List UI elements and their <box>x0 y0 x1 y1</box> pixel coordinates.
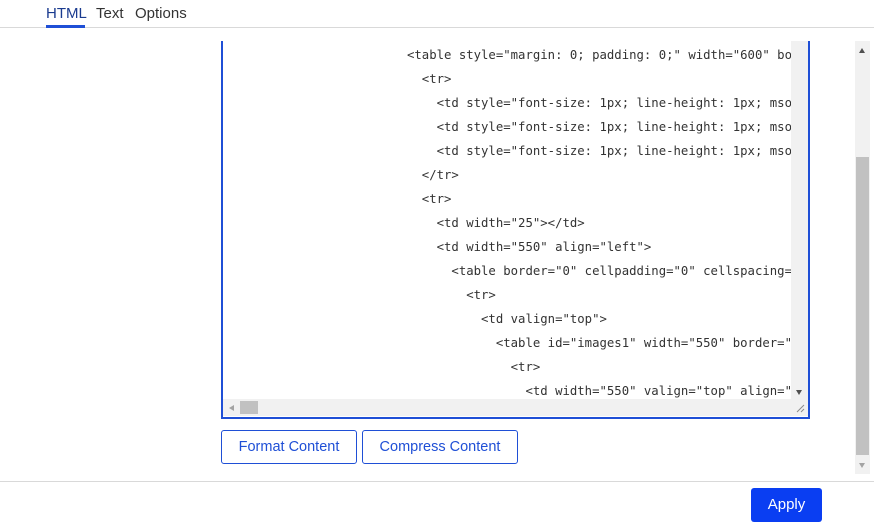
apply-button[interactable]: Apply <box>751 488 822 522</box>
editor-horizontal-scrollbar[interactable] <box>223 399 791 416</box>
code-text-area[interactable]: <table style="margin: 0; padding: 0;" wi… <box>223 41 791 399</box>
code-line: <tr> <box>407 360 541 374</box>
active-tab-indicator <box>46 25 85 28</box>
code-line: <table id="images1" width="550" border="… <box>407 336 791 350</box>
tab-text[interactable]: Text <box>96 5 124 23</box>
code-line: <td style="font-size: 1px; line-height: … <box>407 96 791 110</box>
scroll-left-arrow-icon[interactable] <box>229 405 234 411</box>
tab-html[interactable]: HTML <box>46 5 87 23</box>
code-line: <td style="font-size: 1px; line-height: … <box>407 144 791 158</box>
code-line: <tr> <box>407 288 496 302</box>
code-line: <td width="25"></td> <box>407 216 585 230</box>
scroll-up-arrow-icon[interactable] <box>859 48 865 53</box>
code-line: <td width="550" valign="top" align="left <box>407 384 791 398</box>
code-line: <td style="font-size: 1px; line-height: … <box>407 120 791 134</box>
html-code-editor[interactable]: <table style="margin: 0; padding: 0;" wi… <box>221 41 810 419</box>
code-line: <td valign="top"> <box>407 312 607 326</box>
page-vertical-scrollbar[interactable] <box>855 41 870 474</box>
code-line: </tr> <box>407 168 459 182</box>
format-content-button[interactable]: Format Content <box>221 430 357 464</box>
dialog-footer <box>0 481 874 528</box>
tab-options[interactable]: Options <box>135 5 187 23</box>
code-line: <tr> <box>407 192 452 206</box>
editor-vertical-scrollbar[interactable] <box>791 41 808 399</box>
code-line: <table style="margin: 0; padding: 0;" wi… <box>407 48 791 62</box>
code-line: <table border="0" cellpadding="0" cellsp… <box>407 264 791 278</box>
scroll-down-arrow-icon[interactable] <box>796 390 802 395</box>
horizontal-scroll-thumb[interactable] <box>240 401 258 414</box>
tab-bar: HTML Text Options <box>0 0 874 28</box>
code-line: <tr> <box>407 72 452 86</box>
resize-handle-icon[interactable] <box>791 399 808 416</box>
page-scroll-down-arrow-icon[interactable] <box>859 463 865 468</box>
page-scroll-thumb[interactable] <box>856 157 869 455</box>
code-line: <td width="550" align="left"> <box>407 240 652 254</box>
compress-content-button[interactable]: Compress Content <box>362 430 518 464</box>
